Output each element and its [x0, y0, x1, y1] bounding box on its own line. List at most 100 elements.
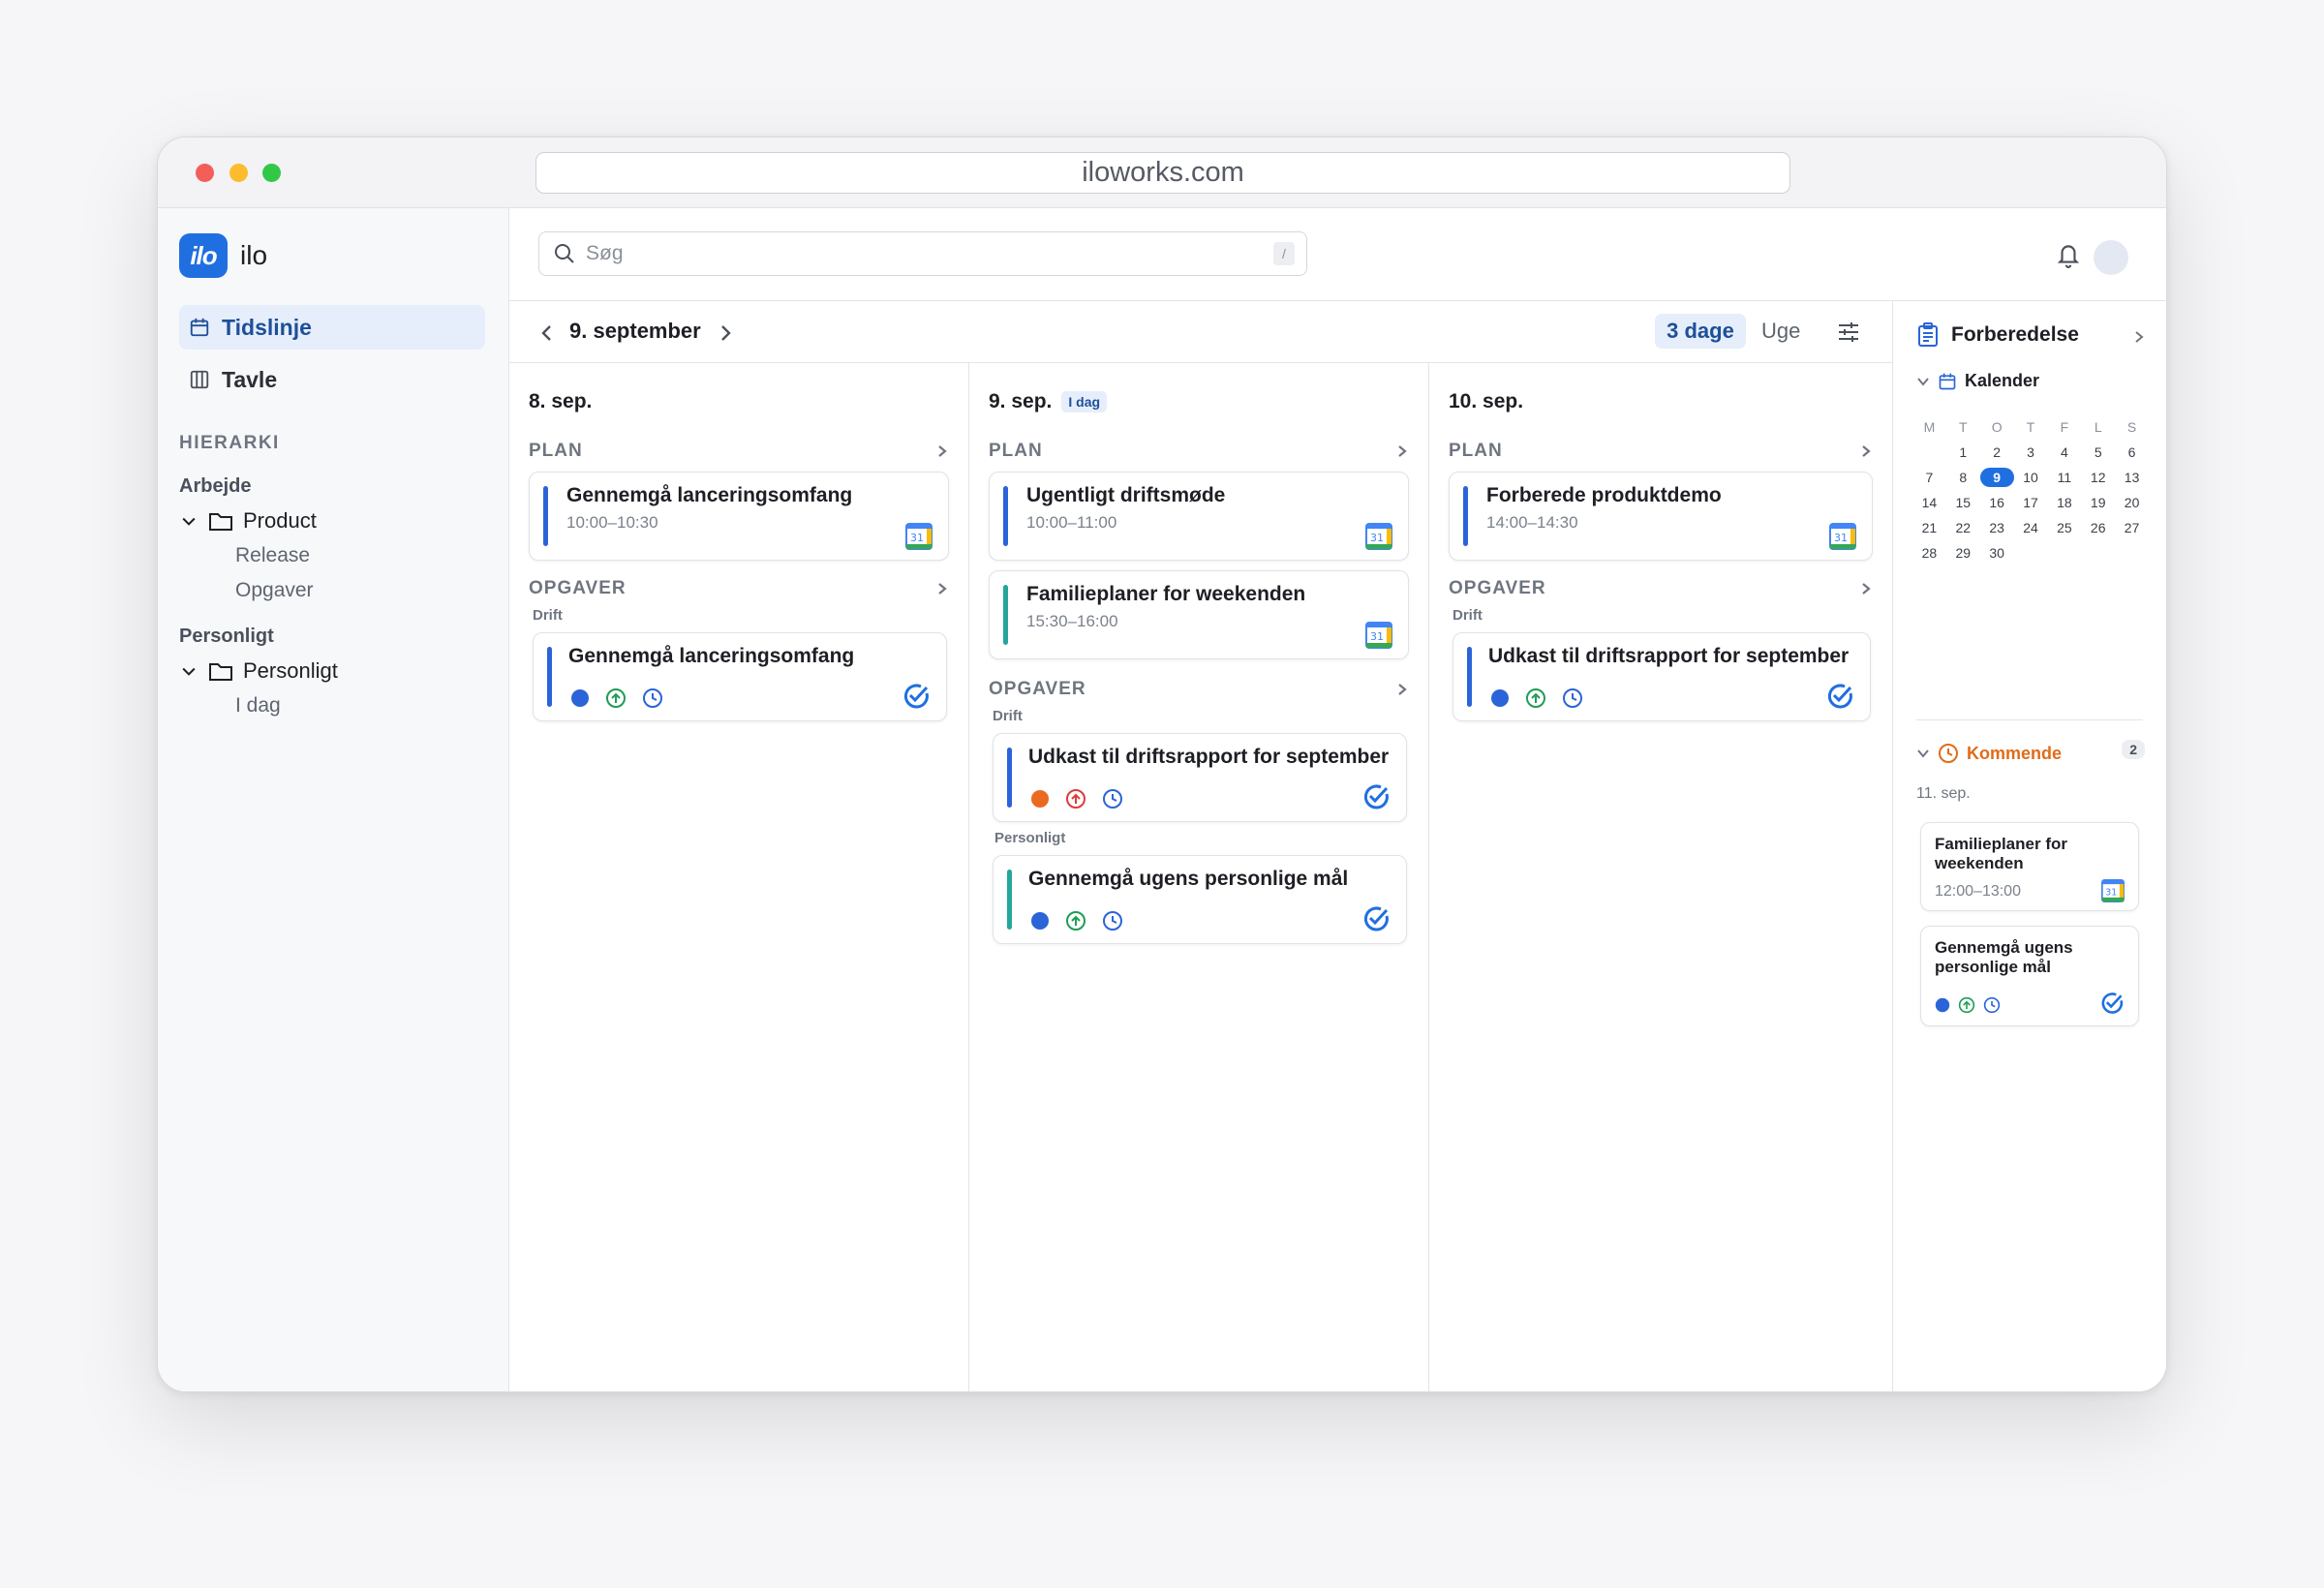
calendar-day[interactable]: 13 [2115, 468, 2149, 487]
tree-folder-product[interactable]: Product [179, 508, 317, 534]
calendar-day[interactable]: 19 [2081, 493, 2115, 512]
calendar-day[interactable]: 3 [2014, 443, 2048, 462]
bell-icon[interactable] [2056, 241, 2081, 268]
calendar-day[interactable]: 16 [1980, 493, 2014, 512]
calendar-day[interactable]: 22 [1946, 518, 1980, 537]
tasks-section-header[interactable]: OPGAVER [1449, 578, 1873, 599]
calendar-day[interactable]: 17 [2014, 493, 2048, 512]
app-logo[interactable]: ilo [179, 233, 228, 278]
upcoming-card[interactable]: Gennemgå ugens personlige mål [1920, 926, 2139, 1026]
priority-up-icon[interactable] [1525, 687, 1546, 709]
check-circle-icon[interactable] [1361, 904, 1391, 933]
calendar-day-selected[interactable]: 9 [1979, 468, 2014, 487]
calendar-day[interactable]: 21 [1912, 518, 1946, 537]
chevron-right-icon[interactable] [935, 443, 949, 459]
nav-item-tidslinje[interactable]: Tidslinje [179, 305, 485, 350]
plan-card[interactable]: Familieplaner for weekenden 15:30–16:00 … [989, 570, 1409, 659]
calendar-day[interactable]: 1 [1946, 443, 1980, 462]
view-week-button[interactable]: Uge [1761, 314, 1800, 349]
calendar-day[interactable]: 4 [2047, 443, 2081, 462]
calendar-day[interactable]: 20 [2115, 493, 2149, 512]
minimize-window-button[interactable] [229, 164, 248, 182]
calendar-day[interactable]: 8 [1946, 468, 1980, 487]
tasks-section-header[interactable]: OPGAVER [529, 578, 949, 599]
tree-folder-personligt[interactable]: Personligt [179, 658, 338, 684]
calendar-day[interactable] [2014, 543, 2048, 563]
status-dot-icon[interactable] [1490, 688, 1510, 708]
chevron-right-icon[interactable] [1395, 443, 1409, 459]
tasks-section-header[interactable]: OPGAVER [989, 679, 1409, 700]
calendar-day[interactable]: 27 [2115, 518, 2149, 537]
priority-up-icon[interactable] [605, 687, 627, 709]
calendar-day[interactable]: 2 [1980, 443, 2014, 462]
calendar-day[interactable] [2047, 543, 2081, 563]
calendar-day[interactable]: 18 [2047, 493, 2081, 512]
task-card[interactable]: Udkast til driftsrapport for september [993, 733, 1407, 822]
calendar-day[interactable]: 10 [2014, 468, 2048, 487]
plan-section-header[interactable]: PLAN [989, 441, 1409, 462]
plan-section-header[interactable]: PLAN [529, 441, 949, 462]
task-card[interactable]: Gennemgå lanceringsomfang [533, 632, 947, 721]
close-window-button[interactable] [196, 164, 214, 182]
plan-card[interactable]: Ugentligt driftsmøde 10:00–11:00 31 [989, 472, 1409, 561]
clock-icon[interactable] [1562, 687, 1583, 709]
chevron-down-icon[interactable] [1916, 375, 1930, 388]
calendar-day[interactable]: 30 [1980, 543, 2014, 563]
check-circle-icon[interactable] [2099, 991, 2125, 1016]
status-dot-icon[interactable] [1935, 997, 1950, 1013]
address-bar[interactable]: iloworks.com [535, 152, 1790, 194]
tree-item-release[interactable]: Release [235, 544, 310, 567]
calendar-day[interactable]: 23 [1980, 518, 2014, 537]
chevron-right-icon[interactable] [717, 322, 734, 344]
upcoming-card[interactable]: Familieplaner for weekenden 12:00–13:00 … [1920, 822, 2139, 911]
calendar-day[interactable]: 28 [1912, 543, 1946, 563]
calendar-day[interactable]: 7 [1912, 468, 1946, 487]
calendar-day[interactable]: 25 [2047, 518, 2081, 537]
chevron-left-icon[interactable] [538, 322, 556, 344]
upcoming-section-header[interactable]: Kommende [1916, 743, 2062, 764]
chevron-right-icon[interactable] [1859, 581, 1873, 596]
calendar-day[interactable] [2081, 543, 2115, 563]
status-dot-icon[interactable] [570, 688, 590, 708]
calendar-day[interactable]: 5 [2081, 443, 2115, 462]
nav-item-tavle[interactable]: Tavle [179, 357, 485, 402]
status-dot-icon[interactable] [1030, 911, 1050, 931]
clock-icon[interactable] [1102, 910, 1123, 931]
calendar-day[interactable]: 15 [1946, 493, 1980, 512]
chevron-down-icon[interactable] [1916, 747, 1930, 760]
task-card[interactable]: Udkast til driftsrapport for september [1452, 632, 1871, 721]
chevron-right-icon[interactable] [2133, 330, 2145, 344]
calendar-day[interactable]: 6 [2115, 443, 2149, 462]
clock-icon[interactable] [1102, 788, 1123, 809]
search-input[interactable]: Søg / [538, 231, 1307, 276]
calendar-day[interactable]: 12 [2081, 468, 2115, 487]
clock-icon[interactable] [642, 687, 663, 709]
calendar-day[interactable]: 26 [2081, 518, 2115, 537]
chevron-down-icon[interactable] [179, 511, 199, 531]
calendar-day[interactable]: 29 [1946, 543, 1980, 563]
tree-item-opgaver[interactable]: Opgaver [235, 579, 314, 602]
status-dot-icon[interactable] [1030, 789, 1050, 809]
chevron-right-icon[interactable] [935, 581, 949, 596]
calendar-day[interactable] [1912, 443, 1946, 462]
priority-up-icon[interactable] [1065, 788, 1086, 809]
priority-up-icon[interactable] [1958, 996, 1975, 1014]
calendar-day[interactable]: 14 [1912, 493, 1946, 512]
check-circle-icon[interactable] [1361, 782, 1391, 811]
check-circle-icon[interactable] [902, 682, 931, 711]
avatar[interactable] [2094, 240, 2128, 275]
chevron-right-icon[interactable] [1395, 682, 1409, 697]
tree-item-i-dag[interactable]: I dag [235, 694, 281, 718]
filter-settings-icon[interactable] [1836, 320, 1861, 345]
maximize-window-button[interactable] [262, 164, 281, 182]
chevron-down-icon[interactable] [179, 661, 199, 681]
priority-up-icon[interactable] [1065, 910, 1086, 931]
plan-card[interactable]: Gennemgå lanceringsomfang 10:00–10:30 31 [529, 472, 949, 561]
plan-section-header[interactable]: PLAN [1449, 441, 1873, 462]
view-3-days-button[interactable]: 3 dage [1655, 314, 1746, 349]
calendar-day[interactable]: 24 [2014, 518, 2048, 537]
chevron-right-icon[interactable] [1859, 443, 1873, 459]
clock-icon[interactable] [1983, 996, 2001, 1014]
calendar-section-header[interactable]: Kalender [1916, 371, 2039, 391]
calendar-day[interactable]: 11 [2047, 468, 2081, 487]
